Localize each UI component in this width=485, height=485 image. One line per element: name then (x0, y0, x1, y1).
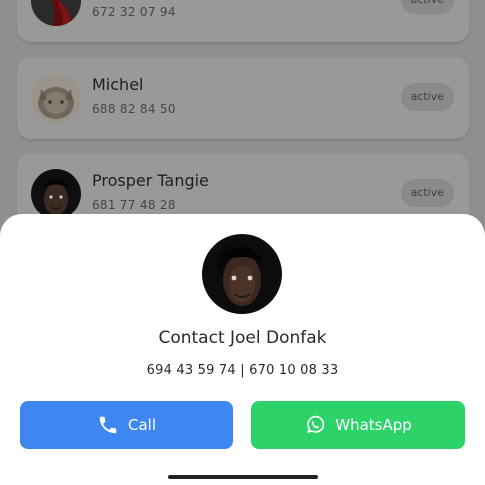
contact-phone: 672 32 07 94 (92, 5, 176, 19)
contact-avatar (31, 73, 81, 123)
sheet-title: Contact Joel Donfak (158, 328, 327, 348)
contact-bottom-sheet: Contact Joel Donfak 694 43 59 74 | 670 1… (0, 214, 485, 485)
contact-name: Prosper Tangie (92, 171, 209, 190)
sheet-phone-numbers: 694 43 59 74 | 670 10 08 33 (146, 363, 339, 378)
contact-phone: 681 77 48 28 (92, 198, 176, 212)
status-badge: active (400, 179, 454, 207)
call-button[interactable]: Call (20, 401, 233, 449)
contact-card[interactable]: 672 32 07 94 active (17, 0, 469, 42)
call-button-label: Call (127, 416, 156, 434)
contact-card[interactable]: Michel 688 82 84 50 active (17, 57, 469, 139)
whatsapp-icon (304, 414, 326, 436)
contact-avatar (31, 0, 81, 26)
sheet-avatar (202, 234, 282, 314)
phone-icon (97, 414, 119, 436)
whatsapp-button-label: WhatsApp (335, 416, 412, 434)
contact-avatar (31, 169, 81, 219)
status-badge: active (400, 83, 454, 111)
contact-phone: 688 82 84 50 (92, 102, 176, 116)
whatsapp-button[interactable]: WhatsApp (251, 401, 465, 449)
contact-name: Michel (92, 75, 144, 94)
status-badge: active (400, 0, 454, 14)
home-indicator (168, 475, 318, 479)
